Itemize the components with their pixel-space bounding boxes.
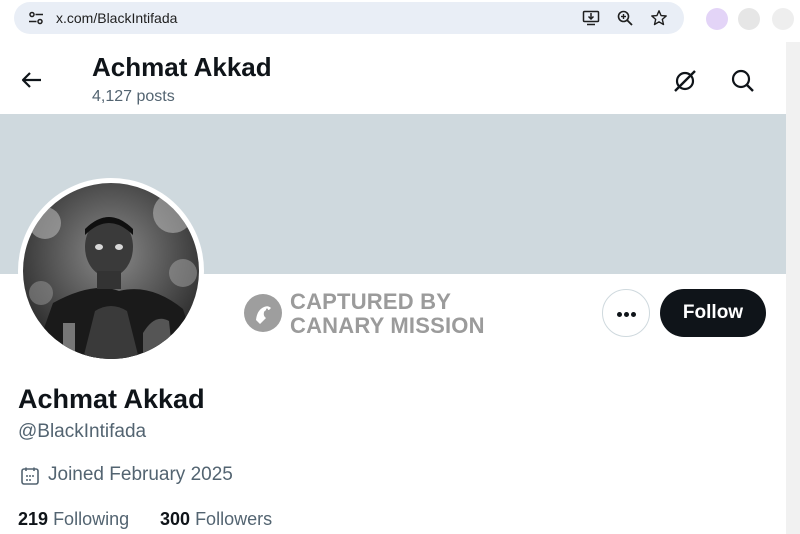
site-settings-icon[interactable] (28, 10, 44, 26)
following-count: 219 (18, 509, 49, 529)
joined-text: Joined February 2025 (48, 464, 233, 485)
following-link[interactable]: 219 Following (18, 509, 129, 530)
header-title: Achmat Akkad (92, 52, 272, 82)
followers-label: Followers (195, 509, 273, 529)
browser-toolbar: x.com/BlackIntifada (0, 0, 800, 42)
profile-header: Achmat Akkad 4,127 posts (0, 42, 786, 114)
extension-icon[interactable] (772, 8, 794, 30)
user-handle: @BlackIntifada (18, 421, 147, 442)
back-arrow-icon[interactable] (16, 64, 48, 96)
grok-icon[interactable] (668, 64, 702, 98)
zoom-icon[interactable] (616, 9, 634, 27)
followers-link[interactable]: 300 Followers (160, 509, 272, 530)
followers-count: 300 (160, 509, 191, 529)
canary-bird-icon (244, 294, 282, 332)
url-text[interactable]: x.com/BlackIntifada (56, 10, 177, 26)
search-icon[interactable] (726, 64, 760, 98)
extension-icon[interactable] (738, 8, 760, 30)
canary-mission-watermark: CAPTURED BY CANARY MISSION (244, 288, 524, 338)
address-bar[interactable]: x.com/BlackIntifada (14, 2, 684, 34)
display-name: Achmat Akkad (18, 384, 205, 414)
extensions-strip (694, 0, 800, 42)
watermark-line-1: CAPTURED BY (290, 289, 452, 314)
bookmark-star-icon[interactable] (650, 9, 668, 27)
extension-icon[interactable] (706, 8, 728, 30)
follow-button[interactable]: Follow (660, 289, 766, 337)
watermark-line-2: CANARY MISSION (290, 313, 485, 338)
following-label: Following (53, 509, 130, 529)
scrollbar[interactable] (786, 42, 800, 534)
install-app-icon[interactable] (582, 9, 600, 27)
avatar[interactable] (18, 178, 204, 364)
avatar-photo (23, 183, 199, 359)
post-count: 4,127 posts (92, 88, 175, 105)
more-options-button[interactable] (602, 289, 650, 337)
calendar-icon (21, 467, 39, 485)
